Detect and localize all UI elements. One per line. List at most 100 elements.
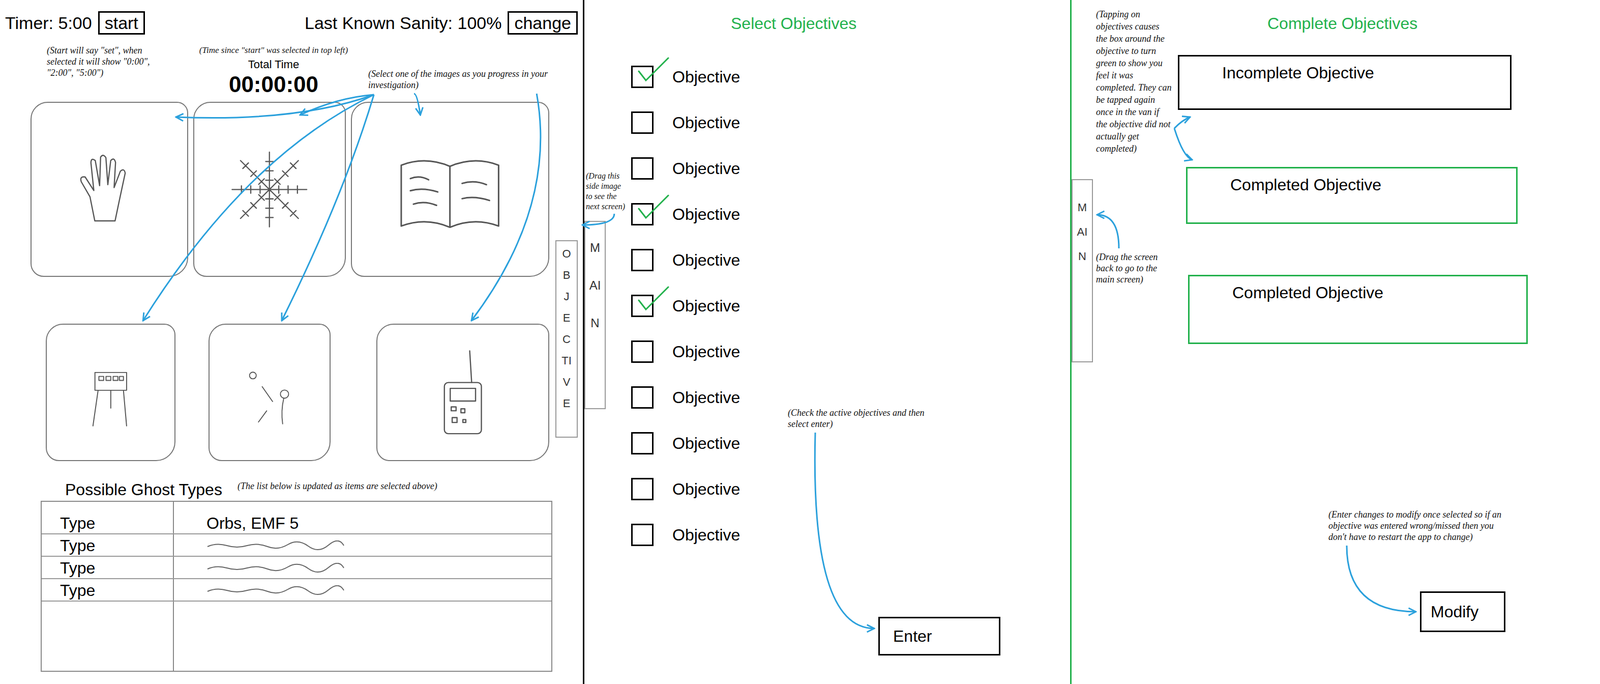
arrow — [281, 94, 374, 321]
objective-row[interactable]: Objective — [631, 465, 785, 512]
orb-icon — [232, 343, 307, 441]
ghost-type-cell: Type — [41, 501, 174, 533]
check-icon — [636, 193, 670, 221]
objective-label: Objective — [672, 433, 740, 453]
timer-label: Timer: 5:00 — [5, 13, 93, 34]
objective-list: ObjectiveObjectiveObjectiveObjectiveObje… — [627, 53, 785, 656]
wireframe-canvas: Timer: 5:00start Last Known Sanity: 100%c… — [0, 0, 1600, 684]
evidence-tile[interactable] — [30, 101, 189, 277]
objective-card[interactable]: Incomplete Objective — [1177, 54, 1512, 110]
evidence-tile[interactable] — [45, 323, 176, 461]
objective-checkbox[interactable] — [631, 65, 654, 88]
objective-card[interactable]: Completed Objective — [1186, 166, 1518, 224]
objective-checkbox[interactable] — [631, 248, 654, 272]
objective-row[interactable]: Objective — [631, 282, 785, 329]
arrow — [582, 213, 615, 225]
objective-label: Completed Objective — [1232, 283, 1384, 302]
objective-checkbox[interactable] — [631, 386, 654, 409]
objective-checkbox[interactable] — [631, 340, 654, 363]
ghost-type-row: Type Orbs, EMF 5 — [41, 501, 552, 535]
objective-row[interactable]: Objective — [631, 236, 785, 283]
empty-cell — [173, 601, 552, 671]
enter-area: (Check the active objectives and then se… — [784, 53, 1071, 656]
annotation-note: (Drag this side image to see the next sc… — [584, 170, 628, 212]
annotation-arrows — [0, 0, 1600, 684]
status-bar: Timer: 5:00start Last Known Sanity: 100%c… — [5, 0, 578, 39]
sanity: Last Known Sanity: 100%change — [304, 11, 578, 35]
arrow — [175, 94, 374, 118]
evidence-text: Orbs, EMF 5 — [206, 512, 299, 533]
stand-icon — [71, 343, 151, 441]
main-content: (Start will say "set", when selected it … — [5, 38, 553, 684]
objective-row[interactable]: Objective — [631, 374, 785, 421]
annotation-note: (Drag the screen back to go to the main … — [1095, 251, 1173, 285]
main-drag-tab[interactable]: MAIN — [584, 220, 606, 409]
evidence-tile[interactable] — [376, 323, 550, 461]
objective-row[interactable]: Objective — [631, 145, 785, 192]
ghost-type-name: Type — [60, 579, 96, 601]
evidence-grid — [30, 101, 553, 461]
evidence-cell: Orbs, EMF 5 — [173, 501, 552, 533]
scribble-placeholder — [206, 584, 345, 596]
web-icon — [222, 127, 317, 252]
arrow — [413, 93, 421, 115]
objective-checkbox[interactable] — [631, 523, 654, 546]
objective-checkbox[interactable] — [631, 294, 654, 317]
evidence-cell — [173, 534, 552, 556]
objective-row[interactable]: Objective — [631, 191, 785, 237]
side-tab-column: MAIN — [1071, 0, 1093, 684]
evidence-tile[interactable] — [208, 323, 331, 461]
time-row: (Start will say "set", when selected it … — [5, 38, 553, 102]
change-button[interactable]: change — [507, 11, 578, 35]
objective-checkbox[interactable] — [631, 477, 654, 500]
evidence-tile[interactable] — [193, 101, 346, 277]
objective-row[interactable]: Objective — [631, 420, 785, 466]
objective-label: Objective — [672, 159, 740, 179]
tab-label: MAIN — [588, 228, 602, 408]
objective-row[interactable]: Objective — [631, 99, 785, 146]
modify-button[interactable]: Modify — [1419, 590, 1506, 632]
arrow — [142, 94, 374, 321]
annotation-note: (Tapping on objectives causes the box ar… — [1095, 8, 1173, 155]
table-filler — [41, 601, 552, 671]
objective-label: Objective — [672, 388, 740, 407]
objective-checkbox[interactable] — [631, 202, 654, 226]
objective-label: Objective — [672, 113, 740, 133]
annotation-note: (Start will say "set", when selected it … — [46, 44, 174, 79]
enter-button[interactable]: Enter — [878, 616, 1001, 656]
objective-label: Completed Objective — [1230, 175, 1382, 194]
ghost-type-table: TypeOrbs, EMF 5TypeTypeType — [40, 500, 553, 672]
start-button[interactable]: start — [98, 11, 145, 35]
ghost-type-name: Type — [60, 557, 96, 578]
main-screen: Timer: 5:00start Last Known Sanity: 100%c… — [0, 0, 585, 684]
objective-label: Objective — [672, 67, 740, 87]
main-drag-tab[interactable]: MAIN — [1071, 179, 1093, 363]
screen-title: Complete Objectives — [1174, 0, 1600, 34]
ghost-types-title: Possible Ghost Types — [65, 479, 223, 500]
book-icon — [389, 127, 511, 252]
objective-row[interactable]: Objective — [631, 511, 785, 558]
objective-checkbox[interactable] — [631, 111, 654, 134]
ghost-types-header: Possible Ghost Types(The list below is u… — [5, 479, 553, 500]
evidence-tile[interactable] — [350, 101, 550, 277]
objective-checkbox[interactable] — [631, 157, 654, 180]
objectives-content: Select ObjectivesObjectiveObjectiveObjec… — [627, 0, 1071, 684]
button-label: Enter — [893, 626, 932, 646]
arrow — [814, 432, 875, 629]
objective-checkbox[interactable] — [631, 431, 654, 455]
objectives-area: ObjectiveObjectiveObjectiveObjectiveObje… — [627, 53, 1071, 656]
sanity-label: Last Known Sanity: 100% — [304, 13, 502, 34]
tab-label: OBJECTIVE — [560, 243, 573, 437]
objective-card[interactable]: Completed Objective — [1188, 274, 1528, 344]
button-label: Modify — [1430, 602, 1479, 621]
total-time-label: Total Time — [248, 57, 300, 72]
check-icon — [636, 284, 670, 313]
total-time-value: 00:00:00 — [228, 71, 319, 98]
objective-row[interactable]: Objective — [631, 328, 785, 375]
objective-drag-tab[interactable]: OBJECTIVE — [555, 240, 578, 438]
objective-row[interactable]: Objective — [631, 53, 785, 100]
notes-column: (Tapping on objectives causes the box ar… — [1092, 0, 1175, 684]
arrow — [1097, 214, 1119, 249]
complete-objectives-content: Complete Objectives Incomplete Objective C… — [1174, 0, 1600, 684]
ghost-type-cell: Type — [41, 534, 174, 556]
